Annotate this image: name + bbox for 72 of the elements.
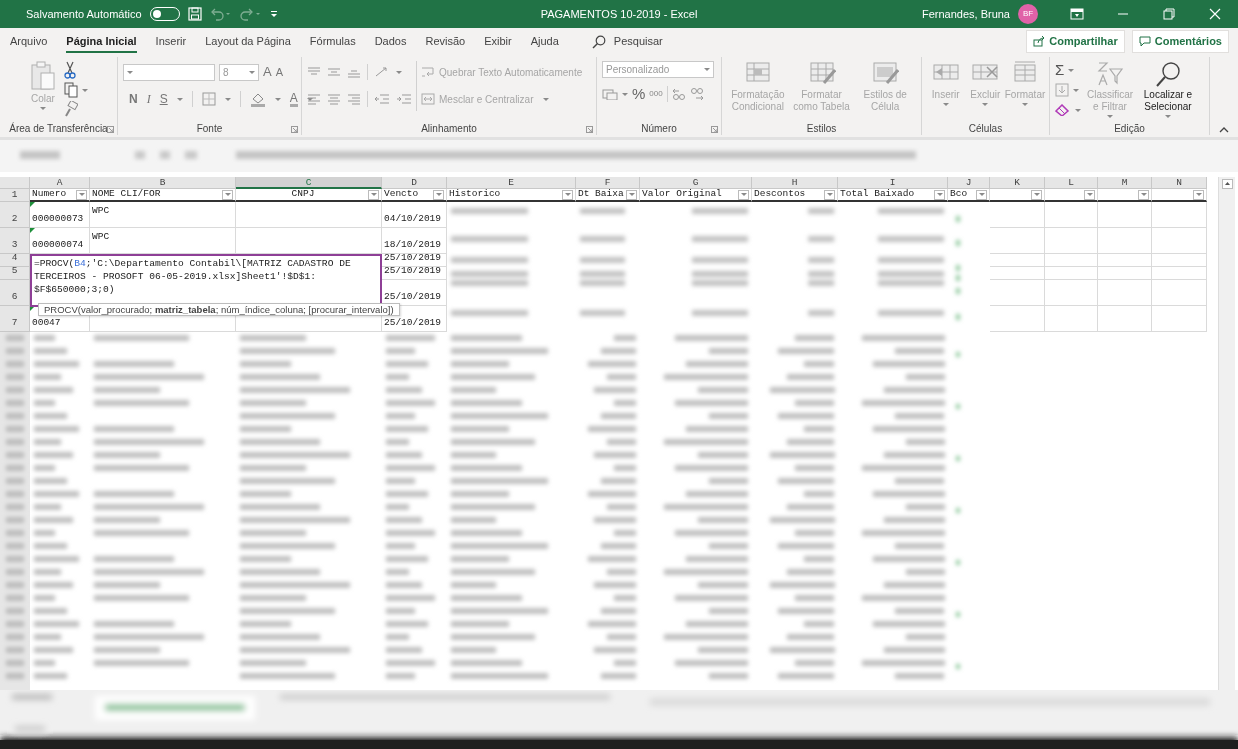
group-label: Número [641, 121, 677, 136]
column-header[interactable]: D [382, 177, 447, 189]
row-header[interactable]: 2 [0, 202, 30, 228]
header-label: Bco [950, 189, 968, 200]
group-label: Células [968, 121, 1003, 136]
group-label: Estilos [806, 121, 837, 136]
column-header[interactable]: H [752, 177, 838, 189]
row-header[interactable]: 4 [0, 254, 30, 267]
autosum-button[interactable]: Σ [1055, 58, 1065, 82]
italic-button[interactable]: I [146, 90, 151, 108]
increase-font-button[interactable]: A [263, 62, 272, 82]
ribbon-tab[interactable]: Revisão [425, 29, 466, 54]
function-tooltip: PROCV(valor_procurado; matriz_tabela; núm_índice_coluna; [procurar_intervalo]) [38, 303, 400, 316]
table-cell[interactable]: 000000073 [30, 202, 90, 228]
formula-text: =PROCV(B4;'C:\Departamento Contabil\[MATRIZ CADASTRO DE TERCEIROS - PROSOFT 06-05-2019.xlsx]Sheet1'!$D$1: $F$650000;3;0) [34, 257, 352, 296]
ribbon-tab[interactable]: Layout da Página [205, 29, 291, 54]
header-label: NOME CLI/FOR [92, 189, 161, 200]
column-header[interactable]: E [447, 177, 576, 189]
column-header[interactable]: F [576, 177, 640, 189]
percent-button[interactable]: % [632, 82, 646, 106]
column-header[interactable]: J [948, 177, 990, 189]
column-header[interactable]: K [990, 177, 1045, 189]
autosave-label: Salvamento Automático [26, 6, 142, 22]
table-cell[interactable]: WPC [92, 230, 110, 245]
header-label: CNPJ [291, 189, 315, 200]
row-header[interactable]: 5 [0, 267, 30, 280]
header-label: Historico [449, 189, 501, 200]
group-label: Fonte [196, 121, 223, 136]
ribbon-tab[interactable]: Página Inicial [66, 29, 137, 54]
row-header[interactable]: 7 [0, 306, 30, 332]
table-cell[interactable]: 04/10/2019 [384, 211, 441, 226]
column-header[interactable]: B [90, 177, 236, 189]
formula-edit-box[interactable]: =PROCV(B4;'C:\Departamento Contabil\[MATRIZ CADASTRO DE TERCEIROS - PROSOFT 06-05-2019.xlsx]Sheet1'!$D$1: $F$650000;3;0) [30, 254, 382, 307]
column-header[interactable]: A [30, 177, 90, 189]
ribbon-tab[interactable]: Fórmulas [309, 29, 356, 54]
table-cell[interactable]: 18/10/2019 [384, 237, 441, 252]
column-header[interactable]: G [640, 177, 752, 189]
ribbon-tab[interactable]: Arquivo [10, 29, 48, 54]
table-cell[interactable]: 25/10/2019 [384, 315, 441, 330]
decrease-font-button[interactable]: A [275, 63, 283, 81]
column-header[interactable]: M [1098, 177, 1152, 189]
bold-button[interactable]: N [129, 90, 138, 108]
ribbon-tab[interactable]: Ajuda [530, 29, 559, 54]
row-header[interactable]: 3 [0, 228, 30, 254]
group-label: Área de Transferência [9, 121, 108, 136]
find-select-button[interactable]: Localizar e Selecionar [1139, 89, 1197, 113]
column-header[interactable]: C [236, 177, 382, 189]
column-header[interactable]: L [1045, 177, 1098, 189]
column-header[interactable]: I [838, 177, 948, 189]
ribbon-tab[interactable]: Exibir [484, 29, 512, 54]
table-cell[interactable]: WPC [92, 204, 110, 219]
row-header[interactable]: 6 [0, 280, 30, 306]
header-label: Descontos [754, 189, 806, 200]
window-title: PAGAMENTOS 10-2019 - Excel [540, 6, 698, 22]
column-header[interactable]: N [1152, 177, 1207, 189]
ribbon-tab[interactable]: Inserir [155, 29, 187, 54]
ribbon-tab[interactable]: Dados [374, 29, 407, 54]
font-color-button[interactable]: A [289, 91, 298, 107]
group-label: Edição [1114, 121, 1145, 136]
header-label: Dt Baixa [578, 189, 624, 200]
header-label: Vencto [384, 189, 419, 200]
table-cell[interactable]: 25/10/2019 [384, 289, 441, 304]
header-label: Numero [32, 189, 67, 200]
user-name: Fernandes, Bruna [921, 6, 1010, 22]
comments-button[interactable]: Comentários [1131, 30, 1229, 53]
share-button[interactable]: Compartilhar [1026, 30, 1125, 53]
search-label[interactable]: Pesquisar [613, 33, 663, 50]
header-label: Valor Original [642, 189, 722, 200]
group-label: Alinhamento [421, 121, 477, 136]
header-label: Total Baixado [840, 189, 915, 200]
row-header[interactable]: 1 [0, 189, 30, 202]
underline-button[interactable]: S [159, 90, 168, 108]
